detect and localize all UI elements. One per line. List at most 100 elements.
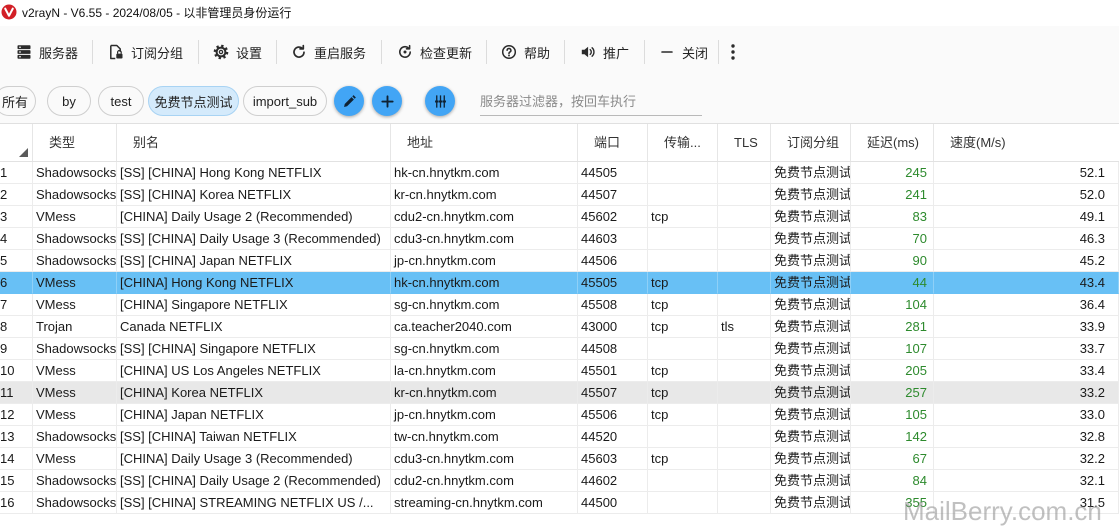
restart-service-label: 重启服务 (314, 45, 367, 61)
table-row[interactable]: 3 VMess [CHINA] Daily Usage 2 (Recommended… (0, 206, 1119, 228)
column-header-transport[interactable]: 传输... (648, 124, 718, 161)
subscription-group-cell: 免费节点测试 (771, 316, 851, 338)
address-cell: cdu2-cn.hnytkm.com (391, 470, 578, 492)
port-cell: 44602 (578, 470, 648, 492)
address-cell: cdu3-cn.hnytkm.com (391, 228, 578, 250)
row-number: 11 (0, 382, 33, 404)
transport-cell (648, 250, 718, 272)
speed-cell: 52.0 (934, 184, 1119, 206)
servers-label: 服务器 (39, 45, 79, 61)
latency-cell: 44 (851, 272, 934, 294)
promote-button[interactable]: 推广 (580, 40, 629, 64)
speed-cell: 32.8 (934, 426, 1119, 448)
table-row[interactable]: 10 VMess [CHINA] US Los Angeles NETFLIX la-… (0, 360, 1119, 382)
table-row[interactable]: 13 Shadowsocks [SS] [CHINA] Taiwan NETFLIX… (0, 426, 1119, 448)
table-row[interactable]: 8 Trojan Canada NETFLIX ca.teacher2040.com 4… (0, 316, 1119, 338)
edit-group-button[interactable] (334, 86, 364, 116)
table-row[interactable]: 15 Shadowsocks [SS] [CHINA] Daily Usage 2 … (0, 470, 1119, 492)
subscription-group-button[interactable]: 订阅分组 (108, 40, 183, 64)
group-chip-all[interactable]: 所有 (0, 86, 36, 116)
speed-cell: 33.9 (934, 316, 1119, 338)
port-cell: 43000 (578, 316, 648, 338)
alias-cell: [CHINA] US Los Angeles NETFLIX (117, 360, 391, 382)
table-row[interactable]: 14 VMess [CHINA] Daily Usage 3 (Recommende… (0, 448, 1119, 470)
type-cell: VMess (33, 272, 117, 294)
server-table: 类型 别名 地址 端口 传输... TLS 订阅分组 延迟(ms) 速度(M/s… (0, 123, 1119, 529)
latency-cell: 281 (851, 316, 934, 338)
table-header: 类型 别名 地址 端口 传输... TLS 订阅分组 延迟(ms) 速度(M/s… (0, 124, 1119, 162)
table-row[interactable]: 5 Shadowsocks [SS] [CHINA] Japan NETFLIX jp… (0, 250, 1119, 272)
tls-cell (718, 404, 771, 426)
add-group-button[interactable] (372, 86, 402, 116)
group-chip-by[interactable]: by (47, 86, 91, 116)
row-number: 3 (0, 206, 33, 228)
speed-cell: 31.5 (934, 492, 1119, 514)
type-cell: Shadowsocks (33, 470, 117, 492)
latency-cell: 104 (851, 294, 934, 316)
alias-cell: [SS] [CHINA] Singapore NETFLIX (117, 338, 391, 360)
table-row[interactable]: 7 VMess [CHINA] Singapore NETFLIX sg-cn.hny… (0, 294, 1119, 316)
server-filter-button[interactable] (425, 86, 455, 116)
sliders-icon (433, 94, 448, 109)
column-header-tls[interactable]: TLS (718, 124, 771, 161)
close-button[interactable]: 关闭 (659, 40, 708, 64)
transport-cell (648, 162, 718, 184)
column-header-subscription-group[interactable]: 订阅分组 (771, 124, 851, 161)
check-update-label: 检查更新 (420, 45, 473, 61)
table-row[interactable]: 16 Shadowsocks [SS] [CHINA] STREAMING NETF… (0, 492, 1119, 514)
column-header-speed[interactable]: 速度(M/s) (934, 124, 1119, 161)
servers-button[interactable]: 服务器 (16, 40, 78, 64)
toolbar-separator (644, 40, 645, 64)
column-header-alias[interactable]: 别名 (117, 124, 391, 161)
restart-service-button[interactable]: 重启服务 (291, 40, 366, 64)
transport-cell (648, 228, 718, 250)
row-number: 12 (0, 404, 33, 426)
type-cell: Shadowsocks (33, 162, 117, 184)
table-row[interactable]: 4 Shadowsocks [SS] [CHINA] Daily Usage 3 (… (0, 228, 1119, 250)
subscription-group-cell: 免费节点测试 (771, 162, 851, 184)
tls-cell (718, 228, 771, 250)
settings-button[interactable]: 设置 (213, 40, 262, 64)
column-header-port[interactable]: 端口 (578, 124, 648, 161)
more-vertical-icon[interactable] (725, 42, 741, 62)
help-button[interactable]: 帮助 (501, 40, 550, 64)
toolbar-separator (564, 40, 565, 64)
row-number: 13 (0, 426, 33, 448)
table-body: 1 Shadowsocks [SS] [CHINA] Hong Kong NETFL… (0, 162, 1119, 514)
table-row[interactable]: 12 VMess [CHINA] Japan NETFLIX jp-cn.hnytkm… (0, 404, 1119, 426)
speed-cell: 32.1 (934, 470, 1119, 492)
column-header-type[interactable]: 类型 (33, 124, 117, 161)
check-update-button[interactable]: 检查更新 (397, 40, 472, 64)
table-row[interactable]: 11 VMess [CHINA] Korea NETFLIX kr-cn.hnytkm… (0, 382, 1119, 404)
address-cell: streaming-cn.hnytkm.com (391, 492, 578, 514)
transport-cell (648, 184, 718, 206)
table-row[interactable]: 6 VMess [CHINA] Hong Kong NETFLIX hk-cn.hny… (0, 272, 1119, 294)
subscription-group-cell: 免费节点测试 (771, 206, 851, 228)
column-header-address[interactable]: 地址 (391, 124, 578, 161)
row-number: 9 (0, 338, 33, 360)
select-all-corner[interactable] (0, 124, 33, 161)
address-cell: hk-cn.hnytkm.com (391, 162, 578, 184)
group-chip-free-node-test[interactable]: 免费节点测试 (148, 86, 239, 116)
help-label: 帮助 (524, 45, 551, 61)
window-title: v2rayN - V6.55 - 2024/08/05 - 以非管理员身份运行 (22, 6, 292, 20)
table-row[interactable]: 1 Shadowsocks [SS] [CHINA] Hong Kong NETFL… (0, 162, 1119, 184)
table-row[interactable]: 2 Shadowsocks [SS] [CHINA] Korea NETFLIX kr… (0, 184, 1119, 206)
address-cell: sg-cn.hnytkm.com (391, 338, 578, 360)
speed-cell: 52.1 (934, 162, 1119, 184)
tls-cell (718, 162, 771, 184)
tls-cell (718, 206, 771, 228)
table-row[interactable]: 9 Shadowsocks [SS] [CHINA] Singapore NETFL… (0, 338, 1119, 360)
type-cell: VMess (33, 294, 117, 316)
address-cell: sg-cn.hnytkm.com (391, 294, 578, 316)
latency-cell: 67 (851, 448, 934, 470)
address-cell: jp-cn.hnytkm.com (391, 250, 578, 272)
server-filter-input[interactable] (480, 88, 702, 116)
group-chip-test[interactable]: test (98, 86, 144, 116)
speed-cell: 33.7 (934, 338, 1119, 360)
column-header-latency[interactable]: 延迟(ms) (851, 124, 934, 161)
group-chip-import-sub[interactable]: import_sub (243, 86, 327, 116)
tls-cell (718, 426, 771, 448)
address-cell: cdu3-cn.hnytkm.com (391, 448, 578, 470)
alias-cell: [CHINA] Hong Kong NETFLIX (117, 272, 391, 294)
